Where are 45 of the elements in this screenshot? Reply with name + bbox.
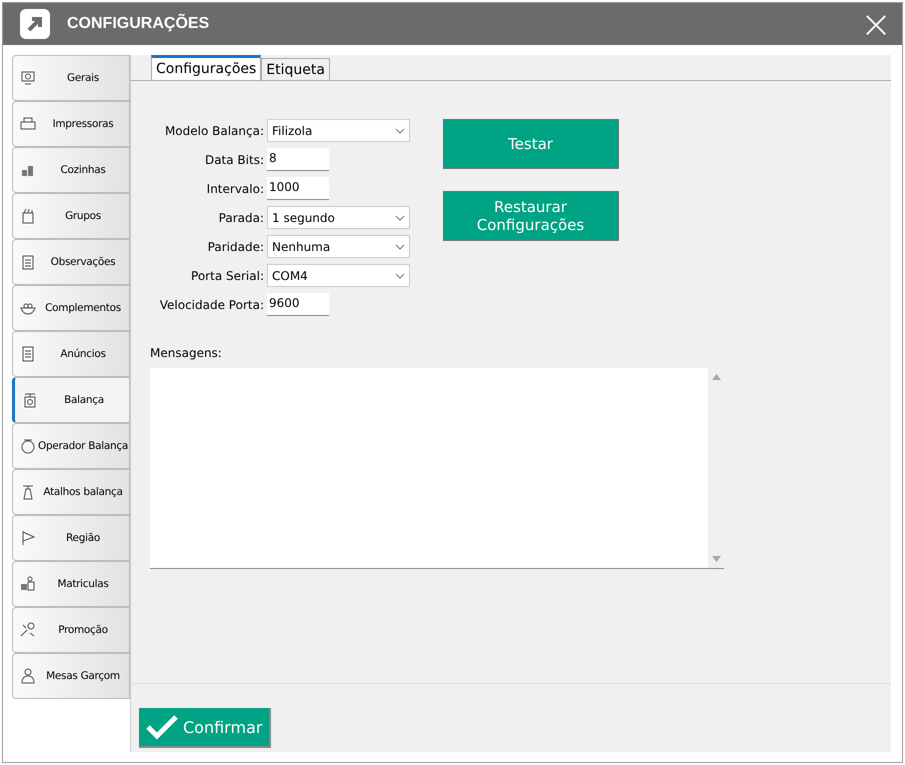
tab[interactable]: Configurações [151, 55, 262, 80]
scroll-up-icon[interactable] [712, 374, 720, 380]
sidebar-item[interactable]: Mesas Garçom [12, 653, 130, 699]
sidebar-item[interactable]: Matriculas [12, 561, 130, 607]
input-field[interactable]: 1000 [267, 177, 329, 200]
sidebar-item[interactable]: Observações [12, 239, 130, 285]
field-label: Velocidade Porta: [160, 298, 264, 312]
dropdown[interactable]: COM4 [267, 264, 410, 287]
scroll-down-icon[interactable] [712, 556, 720, 562]
sidebar-item[interactable]: Complementos [12, 285, 130, 331]
sidebar-item[interactable]: Atalhos balança [12, 469, 130, 515]
input-field[interactable]: 8 [267, 148, 329, 171]
monitor-icon [19, 69, 37, 87]
close-button[interactable]: × [856, 4, 896, 44]
chevron-down-icon [395, 272, 405, 278]
window-title: CONFIGURAÇÕES [67, 15, 210, 33]
checkmark-icon [145, 714, 179, 740]
tab[interactable]: Etiqueta [261, 58, 330, 80]
dropdown[interactable]: 1 segundo [267, 206, 410, 229]
field-label: Parada: [218, 210, 264, 224]
dropdown[interactable]: Filizola [267, 119, 410, 142]
sidebar-item[interactable]: Região [12, 515, 130, 561]
sidebar-item[interactable]: Anúncios [12, 331, 130, 377]
field-label: Data Bits: [204, 152, 264, 166]
sidebar-item[interactable]: Cozinhas [12, 147, 130, 193]
field-label: Modelo Balança: [164, 124, 264, 138]
field-label: Intervalo: [206, 182, 264, 196]
chevron-down-icon [395, 244, 405, 250]
stopwatch-icon [19, 437, 37, 455]
field-label: Porta Serial: [191, 268, 264, 282]
sidebar-item[interactable]: Gerais [12, 55, 130, 101]
dropdown[interactable]: Nenhuma [267, 235, 410, 258]
chevron-down-icon [395, 214, 405, 220]
sidebar-item[interactable]: Grupos [12, 193, 130, 239]
app-logo-icon [20, 9, 50, 39]
input-field[interactable]: 9600 [267, 293, 329, 316]
sidebar-item[interactable]: Promoção [12, 607, 130, 653]
person-icon [19, 667, 37, 685]
messages-label: Mensagens: [150, 346, 223, 360]
field-label: Paridade: [208, 240, 264, 254]
messages-field[interactable] [150, 368, 724, 569]
chevron-down-icon [395, 128, 405, 134]
sidebar-item[interactable]: Impressoras [12, 101, 130, 147]
sidebar-item[interactable]: Operador Balança [12, 423, 130, 469]
sidebar-item[interactable]: Balança [12, 377, 130, 423]
